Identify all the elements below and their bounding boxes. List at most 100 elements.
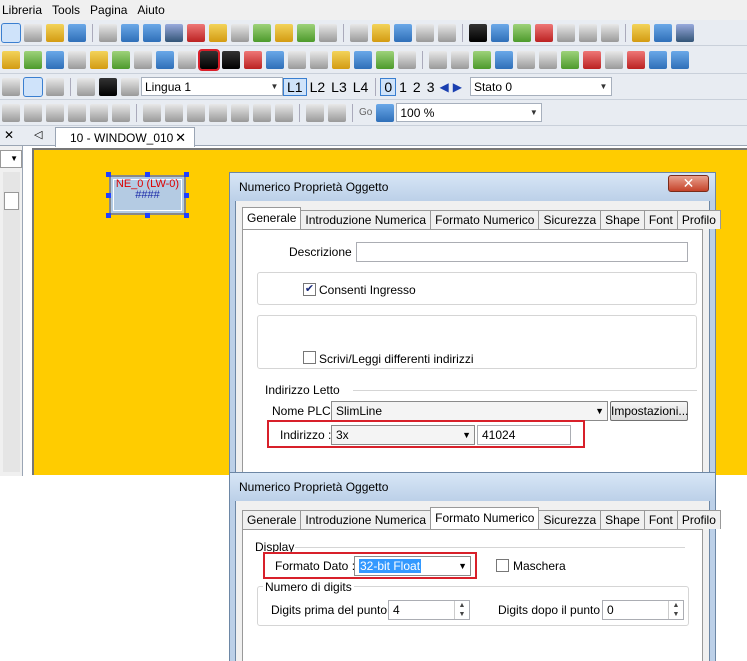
impostazioni-button[interactable]: Impostazioni... xyxy=(610,401,688,421)
bar-chart-icon[interactable] xyxy=(583,50,601,69)
bring-front-icon[interactable] xyxy=(231,103,249,122)
record-icon[interactable] xyxy=(557,23,575,42)
tab-shape[interactable]: Shape xyxy=(600,510,645,529)
tab-scroll-left-icon[interactable]: ◁ xyxy=(34,128,42,141)
next-state-icon[interactable]: ▶ xyxy=(453,80,462,94)
underline-icon[interactable] xyxy=(121,77,139,96)
dialog-titlebar[interactable]: Numerico Proprietà Oggetto ✕ xyxy=(230,173,715,201)
event-icon[interactable] xyxy=(354,50,372,69)
grid-table-icon[interactable] xyxy=(649,50,667,69)
font-color-icon[interactable] xyxy=(99,77,117,96)
monitor-icon[interactable] xyxy=(121,23,139,42)
bulb-icon[interactable] xyxy=(2,50,20,69)
formato-dato-select[interactable]: 32-bit Float ▼ xyxy=(354,556,471,576)
alarm-icon[interactable] xyxy=(535,23,553,42)
tab-formato-numerico[interactable]: Formato Numerico xyxy=(430,210,540,229)
ruler-icon[interactable] xyxy=(350,23,368,42)
digits-before-input[interactable]: 4 ▲ ▼ xyxy=(388,600,470,620)
tab-profilo[interactable]: Profilo xyxy=(676,210,721,229)
send-back-icon[interactable] xyxy=(253,103,271,122)
check-icon[interactable] xyxy=(297,23,315,42)
history-icon[interactable] xyxy=(332,50,350,69)
indirizzo-type-select[interactable]: 3x ▼ xyxy=(331,425,475,445)
video-icon[interactable] xyxy=(491,23,509,42)
pointer-icon[interactable] xyxy=(134,50,152,69)
help-icon[interactable] xyxy=(676,23,694,42)
clock-icon[interactable] xyxy=(579,23,597,42)
group-icon[interactable] xyxy=(306,103,324,122)
close-button[interactable]: ✕ xyxy=(668,175,709,192)
tab-font[interactable]: Font xyxy=(643,210,678,229)
state-button-2[interactable]: 2 xyxy=(410,79,424,95)
align-center-icon[interactable] xyxy=(23,76,43,97)
chart-pie-icon[interactable] xyxy=(561,50,579,69)
flip-icon[interactable] xyxy=(275,103,293,122)
resize-handle[interactable] xyxy=(184,193,189,198)
image-icon[interactable] xyxy=(394,23,412,42)
left-panel-dropdown[interactable]: ▼ xyxy=(0,150,22,168)
language-select[interactable]: Lingua 1 ▼ xyxy=(141,77,283,96)
align-objects-top-icon[interactable] xyxy=(68,103,86,122)
align-objects-center-icon[interactable] xyxy=(24,103,42,122)
menu-libreria[interactable]: Libreria xyxy=(0,0,49,20)
slider-icon[interactable] xyxy=(68,50,86,69)
music-icon[interactable] xyxy=(469,23,487,42)
ascii-object-icon[interactable] xyxy=(222,50,240,69)
tab-profilo[interactable]: Profilo xyxy=(676,510,721,529)
zoom-select[interactable]: 100 % ▼ xyxy=(396,103,543,122)
distribute-h-icon[interactable] xyxy=(143,103,161,122)
lang-button-l3[interactable]: L3 xyxy=(328,79,350,95)
resize-handle[interactable] xyxy=(106,193,111,198)
state-button-3[interactable]: 3 xyxy=(424,79,438,95)
numeric-object[interactable]: NE_0 (LW-0) #### xyxy=(109,175,186,215)
menu-tools[interactable]: Tools xyxy=(49,0,87,20)
tab-generale[interactable]: Generale xyxy=(242,510,302,529)
maschera-checkbox[interactable] xyxy=(496,559,509,572)
descrizione-input[interactable] xyxy=(356,242,688,262)
state-button-1[interactable]: 1 xyxy=(396,79,410,95)
italic-icon[interactable] xyxy=(77,77,95,96)
copy-icon[interactable] xyxy=(231,23,249,42)
crosshair-icon[interactable] xyxy=(627,50,645,69)
left-panel-scrollbar[interactable] xyxy=(3,172,20,472)
multi-state-icon[interactable] xyxy=(46,50,64,69)
digits-after-input[interactable]: 0 ▲ ▼ xyxy=(602,600,684,620)
tab-formato-numerico[interactable]: Formato Numerico xyxy=(430,507,540,529)
spin-arrows-icon[interactable]: ▲ ▼ xyxy=(668,601,683,619)
go-button[interactable]: Go xyxy=(359,107,372,118)
key-icon[interactable] xyxy=(178,50,196,69)
tools-icon[interactable] xyxy=(99,23,117,42)
macro-icon[interactable] xyxy=(632,23,650,42)
tab-sicurezza[interactable]: Sicurezza xyxy=(538,510,602,529)
resize-handle[interactable] xyxy=(145,213,150,218)
close-panel-icon[interactable]: ✕ xyxy=(4,128,14,142)
lang-button-l2[interactable]: L2 xyxy=(307,79,329,95)
panel-icon[interactable] xyxy=(438,23,456,42)
resize-handle[interactable] xyxy=(184,172,189,177)
xy-plot-icon[interactable] xyxy=(605,50,623,69)
menu-aiuto[interactable]: Aiuto xyxy=(134,0,171,20)
scrivi-leggi-checkbox[interactable] xyxy=(303,351,316,364)
target-icon[interactable] xyxy=(517,50,535,69)
same-height-icon[interactable] xyxy=(209,103,227,122)
tab-introduzione-numerica[interactable]: Introduzione Numerica xyxy=(300,210,432,229)
table-icon[interactable] xyxy=(253,23,271,42)
align-objects-right-icon[interactable] xyxy=(46,103,64,122)
windows-icon[interactable] xyxy=(68,23,86,42)
picture-icon[interactable] xyxy=(398,50,416,69)
align-objects-left-icon[interactable] xyxy=(2,103,20,122)
resize-handle[interactable] xyxy=(106,172,111,177)
move-icon[interactable] xyxy=(473,50,491,69)
nome-plc-select[interactable]: SlimLine ▼ xyxy=(331,401,608,421)
scrollbar-thumb[interactable] xyxy=(4,192,19,210)
state-button-0[interactable]: 0 xyxy=(380,77,397,96)
gear-icon[interactable] xyxy=(288,50,306,69)
pen-icon[interactable] xyxy=(209,23,227,42)
list-icon[interactable] xyxy=(275,23,293,42)
state-select[interactable]: Stato 0 ▼ xyxy=(469,77,612,96)
resize-handle[interactable] xyxy=(106,213,111,218)
resize-handle[interactable] xyxy=(145,172,150,177)
pie-icon[interactable] xyxy=(513,23,531,42)
align-objects-bottom-icon[interactable] xyxy=(112,103,130,122)
window-icon[interactable] xyxy=(46,23,64,42)
